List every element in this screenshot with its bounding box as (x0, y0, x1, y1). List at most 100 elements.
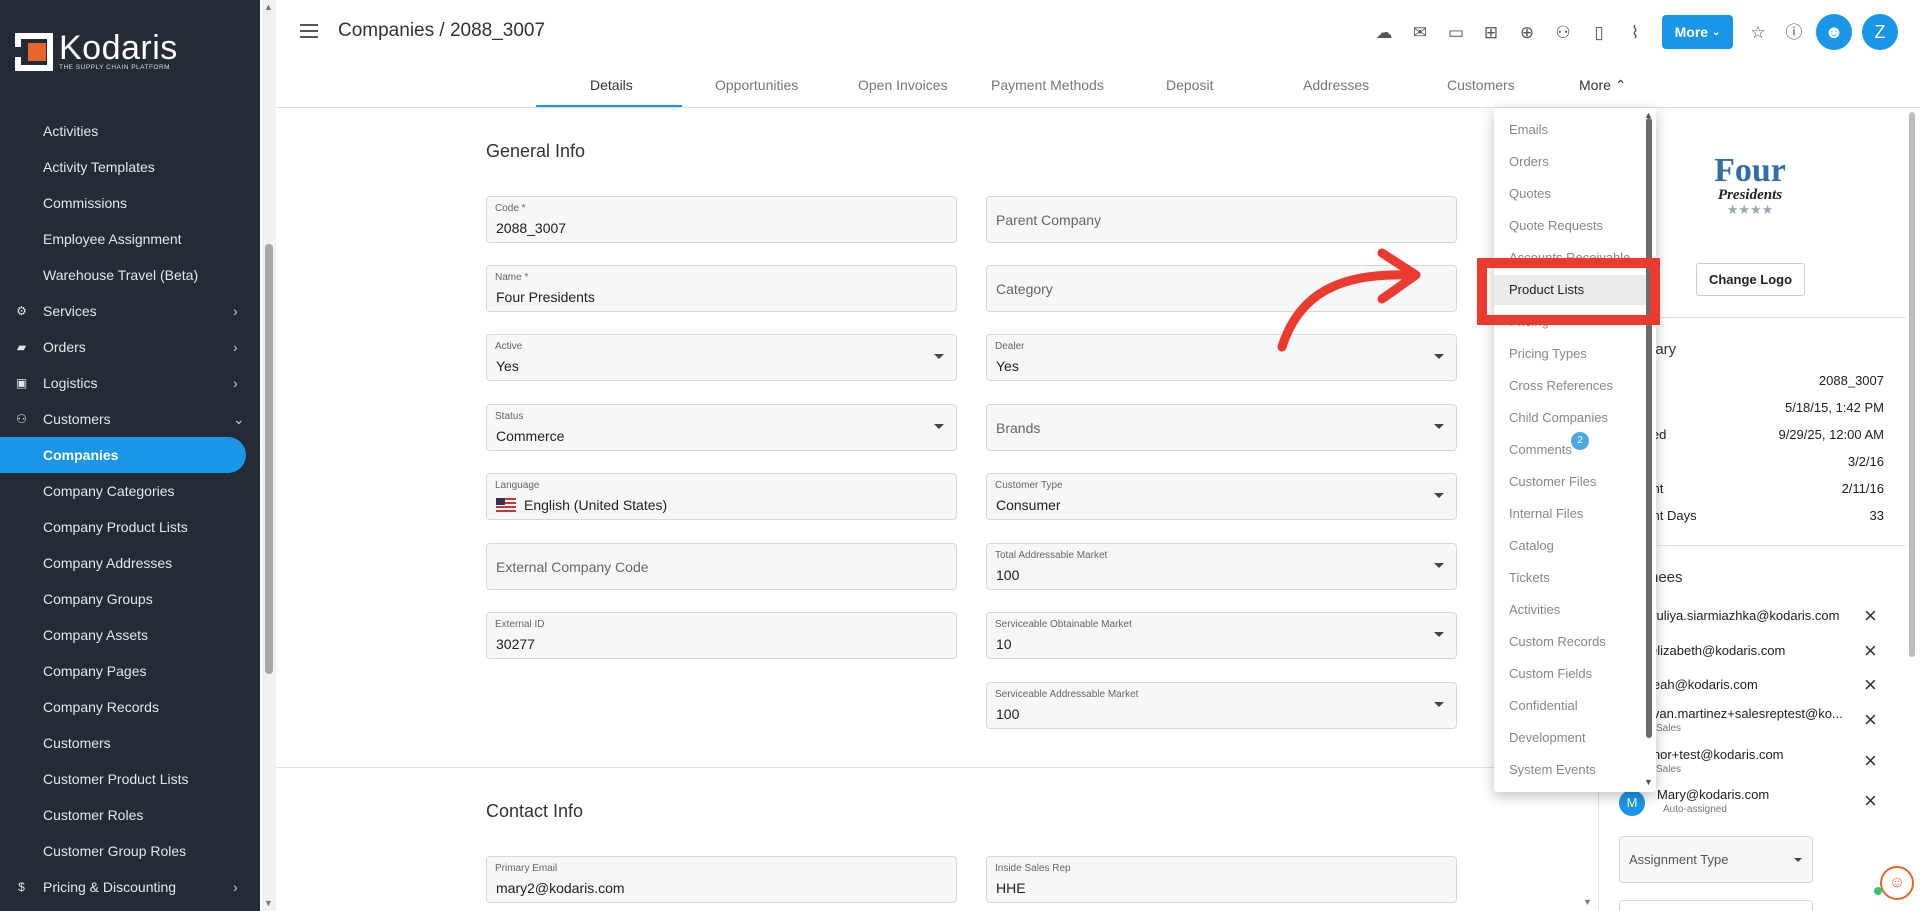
remove-assignee-close-icon[interactable]: × (1864, 640, 1877, 662)
sidebar-item-company-pages[interactable]: Company Pages (0, 653, 246, 689)
total-addressable-market-select[interactable]: Total Addressable Market 100 (986, 543, 1457, 590)
tab-payment-methods[interactable]: Payment Methods (991, 77, 1104, 93)
sidebar-item-company-groups[interactable]: Company Groups (0, 581, 246, 617)
attachment-icon[interactable]: ⌇ (1623, 21, 1647, 45)
main-scroll-down-icon[interactable]: ▼ (1583, 897, 1592, 907)
sidebar-item-employee-assignment[interactable]: Employee Assignment (0, 221, 246, 257)
sidebar-item-activity-templates[interactable]: Activity Templates (0, 149, 246, 185)
tab-customers[interactable]: Customers (1447, 77, 1515, 93)
remove-assignee-close-icon[interactable]: × (1864, 790, 1877, 812)
sidebar-item-pricing-discounting[interactable]: $ Pricing & Discounting › (0, 869, 246, 905)
dropdown-item-cross-references[interactable]: Cross References (1509, 378, 1613, 393)
remove-assignee-close-icon[interactable]: × (1864, 605, 1877, 627)
chat-support-icon[interactable]: ☺ (1880, 866, 1914, 900)
sidebar-item-customer-product-lists[interactable]: Customer Product Lists (0, 761, 246, 797)
sidebar-item-company-addresses[interactable]: Company Addresses (0, 545, 246, 581)
sidebar-item-orders[interactable]: ▰ Orders › (0, 329, 246, 365)
dropdown-item-quotes[interactable]: Quotes (1509, 186, 1551, 201)
sidebar-item-customer-roles[interactable]: Customer Roles (0, 797, 246, 833)
assistant-bot-icon[interactable]: ☻ (1816, 14, 1852, 50)
dropdown-item-custom-records[interactable]: Custom Records (1509, 634, 1606, 649)
credit-card-icon[interactable]: ▭ (1444, 21, 1468, 45)
sidebar-item-services[interactable]: ⚙ Services › (0, 293, 246, 329)
dropdown-scroll-up-icon[interactable]: ▲ (1644, 110, 1653, 120)
dropdown-item-confidential[interactable]: Confidential (1509, 698, 1578, 713)
sidebar-item-commissions[interactable]: Commissions (0, 185, 246, 221)
sidebar-item-customers[interactable]: Customers (0, 725, 246, 761)
sidebar-item-company-records[interactable]: Company Records (0, 689, 246, 725)
sidebar-item-label: Customer Roles (43, 807, 144, 823)
change-logo-button[interactable]: Change Logo (1696, 263, 1805, 296)
mail-icon[interactable]: ✉ (1408, 21, 1432, 45)
dropdown-item-internal-files[interactable]: Internal Files (1509, 506, 1583, 521)
sidebar-item-logistics[interactable]: ▣ Logistics › (0, 365, 246, 401)
dropdown-item-tickets[interactable]: Tickets (1509, 570, 1550, 585)
assignee-email: yuliya.siarmiazhka@kodaris.com (1650, 608, 1840, 623)
user-avatar[interactable]: Z (1862, 14, 1898, 50)
sidebar-item-company-assets[interactable]: Company Assets (0, 617, 246, 653)
dropdown-scrollbar[interactable] (1646, 118, 1652, 738)
primary-email-field[interactable]: Primary Email mary2@kodaris.com (486, 856, 957, 903)
dropdown-item-customer-files[interactable]: Customer Files (1509, 474, 1596, 489)
add-box-icon[interactable]: ⊕ (1515, 21, 1539, 45)
right-panel-scrollbar[interactable] (1909, 112, 1915, 657)
status-select[interactable]: Status Commerce (486, 404, 957, 451)
dropdown-item-activities[interactable]: Activities (1509, 602, 1560, 617)
language-field[interactable]: Language English (United States) (486, 473, 957, 520)
external-id-field[interactable]: External ID 30277 (486, 612, 957, 659)
add-file-icon[interactable]: ▯ (1587, 21, 1611, 45)
dropdown-item-child-companies[interactable]: Child Companies (1509, 410, 1608, 425)
sidebar-item-warehouse-travel-beta[interactable]: Warehouse Travel (Beta) (0, 257, 246, 293)
remove-assignee-close-icon[interactable]: × (1864, 750, 1877, 772)
customer-type-select[interactable]: Customer Type Consumer (986, 473, 1457, 520)
dropdown-item-comments[interactable]: Comments (1509, 442, 1572, 457)
scroll-down-arrow-icon[interactable]: ▼ (264, 898, 273, 908)
tab-details[interactable]: Details (590, 77, 633, 93)
tab-open-invoices[interactable]: Open Invoices (858, 77, 948, 93)
remove-assignee-close-icon[interactable]: × (1864, 709, 1877, 731)
tab-addresses[interactable]: Addresses (1303, 77, 1369, 93)
sidebar-scrollbar-thumb[interactable] (265, 244, 273, 674)
help-icon[interactable]: ⓘ (1782, 21, 1806, 45)
serviceable-obtainable-market-select[interactable]: Serviceable Obtainable Market 10 (986, 612, 1457, 659)
dropdown-item-orders[interactable]: Orders (1509, 154, 1549, 169)
active-select[interactable]: Active Yes (486, 334, 957, 381)
sidebar-item-activities[interactable]: Activities (0, 113, 246, 149)
star-icon[interactable]: ☆ (1746, 21, 1770, 45)
tab-opportunities[interactable]: Opportunities (715, 77, 798, 93)
remove-assignee-close-icon[interactable]: × (1864, 674, 1877, 696)
dropdown-item-catalog[interactable]: Catalog (1509, 538, 1554, 553)
inside-sales-rep-field[interactable]: Inside Sales Rep HHE (986, 856, 1457, 903)
brands-select[interactable]: Brands (986, 404, 1457, 451)
dropdown-item-emails[interactable]: Emails (1509, 122, 1548, 137)
kodaris-logo[interactable]: Kodaris THE SUPPLY CHAIN PLATFORM (15, 31, 178, 72)
tab-deposit[interactable]: Deposit (1166, 77, 1213, 93)
dropdown-item-pricing-types[interactable]: Pricing Types (1509, 346, 1587, 361)
sidebar-item-company-categories[interactable]: Company Categories (0, 473, 246, 509)
kodaris-logo-mark (15, 33, 53, 71)
scroll-up-arrow-icon[interactable]: ▲ (264, 2, 273, 12)
add-person-icon[interactable]: ⚇ (1551, 21, 1575, 45)
dropdown-scroll-down-icon[interactable]: ▼ (1644, 777, 1653, 787)
gift-icon[interactable]: ⊞ (1479, 21, 1503, 45)
sidebar-item-customers[interactable]: ⚇ Customers ⌄ (0, 401, 246, 437)
sidebar-item-companies[interactable]: Companies (0, 437, 246, 473)
comments-count-badge: 2 (1571, 432, 1589, 450)
external-company-code-field[interactable]: External Company Code (486, 543, 957, 590)
name-field[interactable]: Name * Four Presidents (486, 265, 957, 312)
tab-more[interactable]: More ⌃ (1579, 77, 1627, 94)
more-button[interactable]: More ⌄ (1662, 15, 1733, 49)
sidebar-item-customer-group-roles[interactable]: Customer Group Roles (0, 833, 246, 869)
code-field[interactable]: Code * 2088_3007 (486, 196, 957, 243)
dropdown-item-custom-fields[interactable]: Custom Fields (1509, 666, 1592, 681)
cloud-download-icon[interactable]: ☁ (1372, 21, 1396, 45)
dropdown-item-quote-requests[interactable]: Quote Requests (1509, 218, 1603, 233)
parent-company-field[interactable]: Parent Company (986, 196, 1457, 243)
assignment-type-select[interactable]: Assignment Type (1619, 836, 1813, 883)
sidebar-item-company-product-lists[interactable]: Company Product Lists (0, 509, 246, 545)
dropdown-item-development[interactable]: Development (1509, 730, 1586, 745)
dropdown-item-system-events[interactable]: System Events (1509, 762, 1596, 777)
summary-value: 5/18/15, 1:42 PM (1784, 400, 1884, 415)
menu-icon[interactable] (300, 24, 318, 38)
serviceable-addressable-market-select[interactable]: Serviceable Addressable Market 100 (986, 682, 1457, 729)
